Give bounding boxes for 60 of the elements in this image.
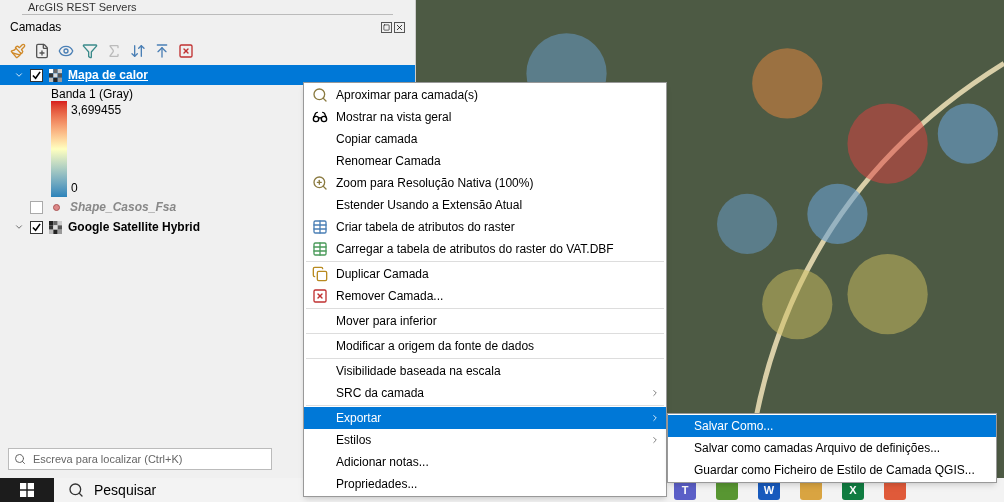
checkbox[interactable] <box>30 220 43 234</box>
remove-layer-icon[interactable] <box>178 43 194 59</box>
legend-min: 0 <box>71 180 79 197</box>
layer-name: Google Satellite Hybrid <box>68 219 201 236</box>
panel-title: Camadas <box>10 19 62 36</box>
menu-item[interactable]: SRC da camada <box>304 382 666 404</box>
windows-logo-icon <box>20 483 34 497</box>
menu-item[interactable]: Renomear Camada <box>304 150 666 172</box>
magnifier-icon <box>312 87 328 103</box>
copy-icon <box>312 266 328 282</box>
checkbox[interactable] <box>30 68 43 82</box>
table-icon <box>312 241 328 257</box>
layer-name: Shape_Casos_Fsa <box>70 199 177 216</box>
raster-icon <box>49 68 62 82</box>
filter-icon[interactable] <box>82 43 98 59</box>
menu-item[interactable]: Exportar <box>304 407 666 429</box>
search-icon <box>68 482 84 498</box>
start-button[interactable] <box>0 478 54 502</box>
heat-spot <box>762 269 833 340</box>
magnifier-icon <box>312 175 328 191</box>
point-layer-icon <box>53 203 60 211</box>
float-icon[interactable] <box>381 21 392 33</box>
menu-item[interactable]: Criar tabela de atributos do raster <box>304 216 666 238</box>
menu-item[interactable]: Remover Camada... <box>304 285 666 307</box>
menu-item[interactable]: Copiar camada <box>304 128 666 150</box>
menu-item[interactable]: Zoom para Resolução Nativa (100%) <box>304 172 666 194</box>
search-icon <box>14 453 26 465</box>
menu-item[interactable]: Propriedades... <box>304 473 666 495</box>
browser-item[interactable]: ArcGIS REST Servers <box>28 1 137 13</box>
menu-item[interactable]: Adicionar notas... <box>304 451 666 473</box>
menu-item[interactable]: Mover para inferior <box>304 310 666 332</box>
layer-name: Mapa de calor <box>68 67 149 84</box>
glasses-icon <box>312 109 328 125</box>
heat-spot <box>717 193 778 255</box>
heat-spot <box>807 183 868 244</box>
menu-item[interactable]: Carregar a tabela de atributos do raster do VAT.DBF <box>304 238 666 260</box>
remove-icon <box>312 288 328 304</box>
taskbar-search[interactable]: Pesquisar <box>54 478 274 502</box>
eye-icon[interactable] <box>58 43 74 59</box>
legend-band-label: Banda 1 (Gray) <box>51 86 134 101</box>
menu-item[interactable]: Duplicar Camada <box>304 263 666 285</box>
menu-item[interactable]: Modificar a origem da fonte de dados <box>304 335 666 357</box>
heat-spot <box>752 48 823 119</box>
locator-field[interactable]: Escreva para localizar (Ctrl+K) <box>8 448 272 470</box>
menu-item[interactable]: Estilos <box>304 429 666 451</box>
menu-item[interactable]: Mostrar na vista geral <box>304 106 666 128</box>
legend-max: 3,699455 <box>71 102 122 119</box>
menu-item[interactable]: Salvar como camadas Arquivo de definições... <box>668 437 996 459</box>
table-icon <box>312 219 328 235</box>
menu-item[interactable]: Salvar Como... <box>668 415 996 437</box>
layer-row[interactable]: Mapa de calor <box>0 65 415 85</box>
paintbrush-icon[interactable] <box>10 43 26 59</box>
menu-item[interactable]: Aproximar para camada(s) <box>304 84 666 106</box>
menu-item[interactable]: Visibilidade baseada na escala <box>304 360 666 382</box>
checkbox[interactable] <box>30 200 43 214</box>
menu-item[interactable]: Estender Usando a Extensão Atual <box>304 194 666 216</box>
close-icon[interactable] <box>394 21 405 33</box>
heat-spot <box>937 103 998 164</box>
raster-icon <box>49 220 62 234</box>
menu-item[interactable]: Guardar como Ficheiro de Estilo de Camada QGIS... <box>668 459 996 481</box>
